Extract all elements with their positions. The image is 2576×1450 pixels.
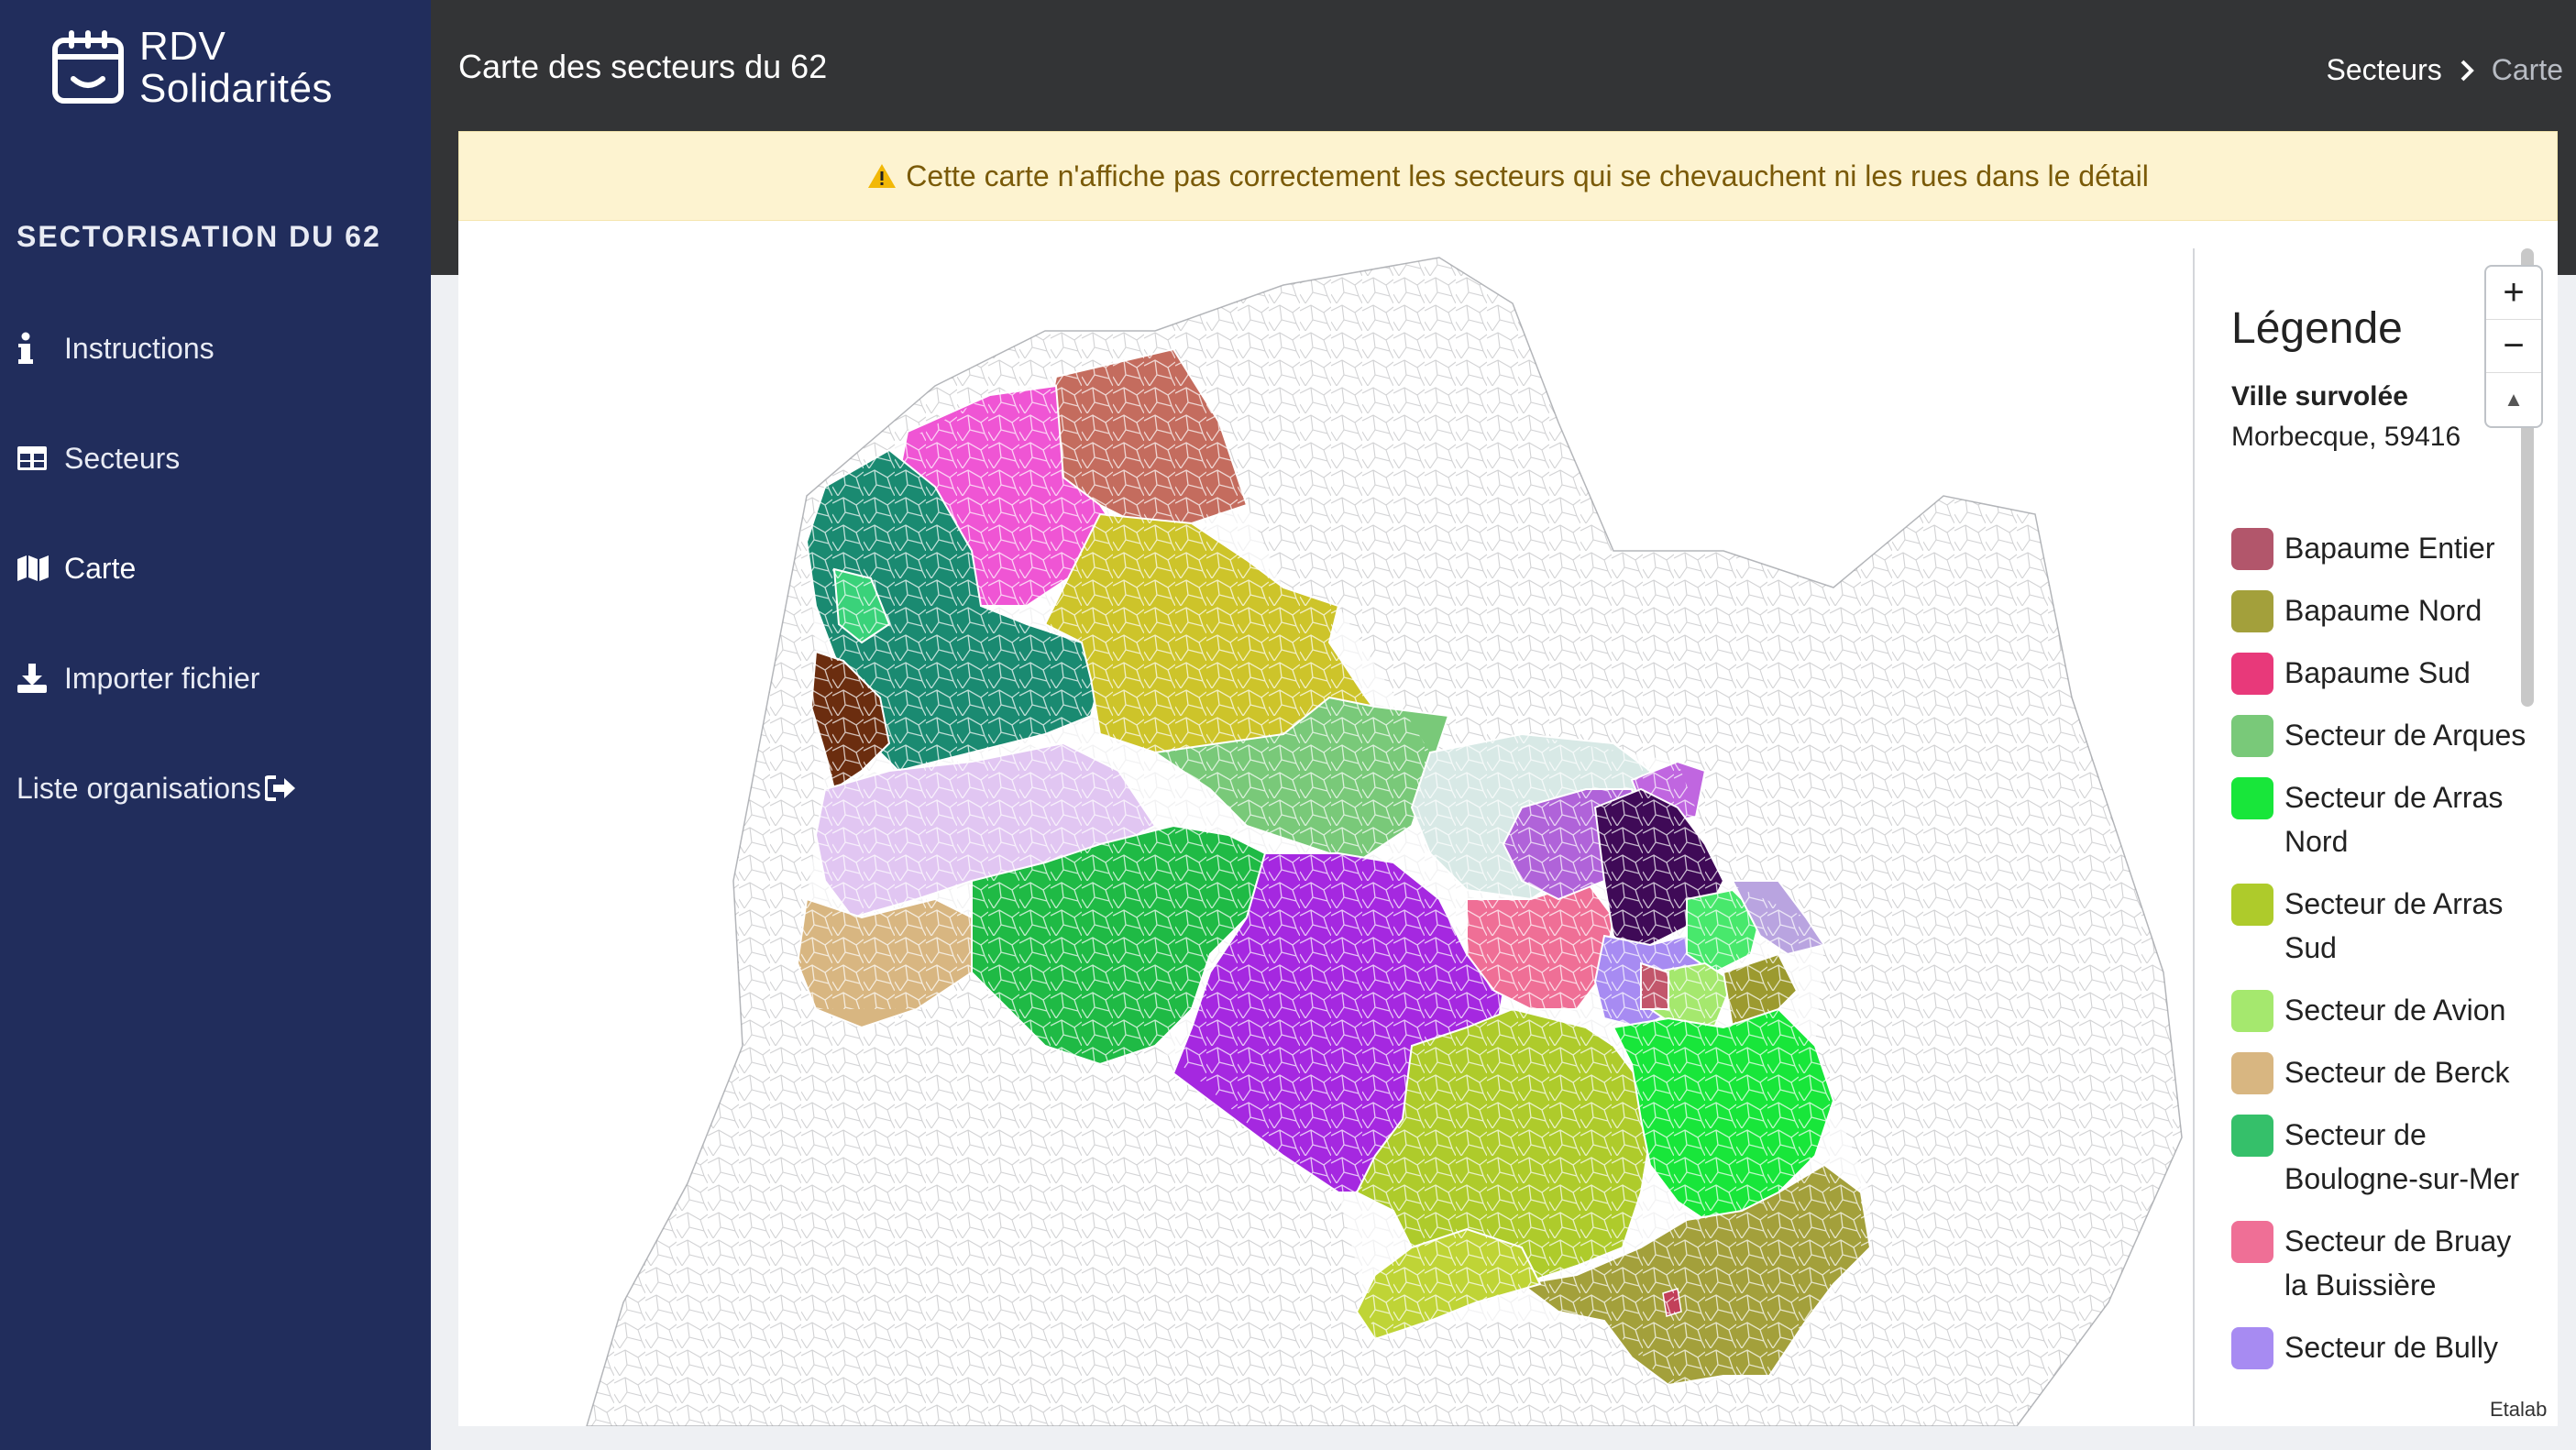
zoom-out-button[interactable]: −	[2486, 320, 2541, 373]
sidebar-item-label: Carte	[64, 551, 137, 585]
calendar-smile-icon	[52, 30, 124, 104]
sidebar-item-label: Instructions	[64, 331, 215, 365]
warning-icon	[868, 164, 897, 188]
table-icon	[17, 440, 53, 477]
legend-item: Secteur de Arras Sud	[2231, 882, 2534, 970]
zoom-controls: + − ▲	[2484, 265, 2543, 428]
legend-swatch	[2231, 653, 2273, 695]
sidebar: RDV Solidarités SECTORISATION DU 62 Inst…	[0, 0, 431, 1450]
sidebar-item-label: Importer fichier	[64, 661, 260, 695]
legend-item: Bapaume Nord	[2231, 588, 2534, 632]
legend-swatch	[2231, 777, 2273, 819]
breadcrumb: Secteurs Carte	[2326, 53, 2563, 87]
legend-label: Bapaume Sud	[2284, 656, 2471, 689]
legend-swatch	[2231, 884, 2273, 926]
sector-map[interactable]	[458, 221, 2191, 1426]
legend-swatch	[2231, 990, 2273, 1032]
legend-label: Secteur de Berck	[2284, 1056, 2510, 1089]
legend-label: Bapaume Nord	[2284, 594, 2482, 627]
brand[interactable]: RDV Solidarités	[50, 26, 333, 110]
legend-item: Secteur de Arras Nord	[2231, 775, 2534, 863]
map-container[interactable]: Légende Ville survolée Morbecque, 59416 …	[458, 221, 2558, 1426]
zoom-in-button[interactable]: +	[2486, 267, 2541, 320]
legend-item: Secteur de Bully	[2231, 1325, 2534, 1369]
sidebar-item-importer[interactable]: Importer fichier	[17, 660, 259, 697]
sidebar-item-secteurs[interactable]: Secteurs	[17, 440, 180, 477]
brand-name: RDV Solidarités	[139, 26, 333, 110]
breadcrumb-secteurs[interactable]: Secteurs	[2326, 53, 2441, 87]
legend-item: Bapaume Sud	[2231, 651, 2534, 695]
legend-label: Secteur de Avion	[2284, 994, 2506, 1027]
map-attribution[interactable]: Etalab	[2484, 1396, 2553, 1423]
sign-out-icon	[264, 770, 302, 807]
reset-north-button[interactable]: ▲	[2486, 373, 2541, 426]
info-icon	[17, 330, 53, 367]
brand-line1: RDV	[139, 24, 226, 69]
legend-item: Secteur de Bruay la Buissière	[2231, 1219, 2534, 1307]
chevron-right-icon	[2460, 60, 2474, 81]
sidebar-item-organisations[interactable]: Liste organisations	[17, 770, 313, 807]
map-icon	[17, 550, 53, 587]
legend-swatch	[2231, 1052, 2273, 1094]
warning-alert: Cette carte n'affiche pas correctement l…	[458, 131, 2558, 221]
legend-swatch	[2231, 1115, 2273, 1157]
legend-item: Bapaume Entier	[2231, 526, 2534, 570]
legend-swatch	[2231, 1327, 2273, 1369]
legend-label: Secteur de Bully	[2284, 1331, 2499, 1364]
sidebar-item-label: Liste organisations	[17, 771, 261, 805]
legend-label: Secteur de Arques	[2284, 719, 2526, 752]
sidebar-item-instructions[interactable]: Instructions	[17, 330, 215, 367]
legend-swatch	[2231, 1221, 2273, 1263]
sidebar-section-title: SECTORISATION DU 62	[17, 220, 381, 253]
legend-swatch	[2231, 528, 2273, 570]
sidebar-item-carte[interactable]: Carte	[17, 550, 136, 587]
legend-swatch	[2231, 590, 2273, 632]
brand-line2: Solidarités	[139, 66, 333, 111]
legend-item: Secteur de Boulogne-sur-Mer	[2231, 1113, 2534, 1201]
legend-label: Secteur de Boulogne-sur-Mer	[2284, 1118, 2520, 1195]
page-title: Carte des secteurs du 62	[458, 48, 828, 85]
legend-label: Bapaume Entier	[2284, 532, 2495, 565]
legend-label: Secteur de Arras Sud	[2284, 887, 2504, 964]
sidebar-item-label: Secteurs	[64, 441, 181, 475]
breadcrumb-current: Carte	[2491, 53, 2563, 86]
legend-item: Secteur de Berck	[2231, 1050, 2534, 1094]
legend-item: Secteur de Avion	[2231, 988, 2534, 1032]
alert-text: Cette carte n'affiche pas correctement l…	[906, 159, 2149, 192]
legend-label: Secteur de Arras Nord	[2284, 781, 2504, 858]
download-icon	[17, 660, 53, 697]
legend-item: Secteur de Arques	[2231, 713, 2534, 757]
legend-list: Bapaume Entier Bapaume Nord Bapaume Sud …	[2231, 526, 2541, 1369]
legend-label: Secteur de Bruay la Buissière	[2284, 1225, 2512, 1302]
legend-swatch	[2231, 715, 2273, 757]
